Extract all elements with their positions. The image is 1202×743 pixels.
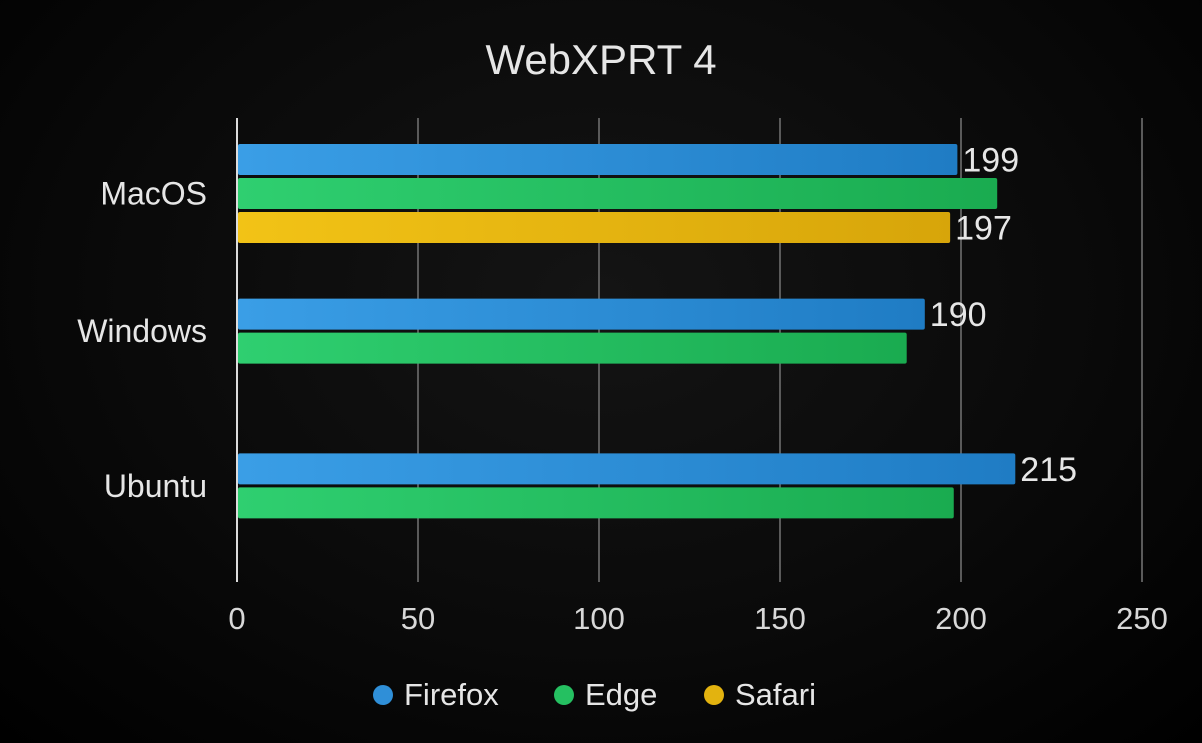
x-tick-label: 50 (401, 601, 435, 636)
x-tick-label: 200 (935, 601, 987, 636)
legend-label-edge: Edge (585, 677, 657, 712)
x-tick-labels: 0 50 100 150 200 250 (228, 601, 1167, 636)
x-tick-label: 250 (1116, 601, 1168, 636)
data-label-ubuntu-firefox: 215 (1020, 451, 1077, 489)
legend-swatch-firefox (373, 685, 393, 705)
bar-macos-edge (238, 178, 998, 209)
bar-windows-edge (238, 332, 907, 364)
bar-ubuntu-edge (238, 487, 954, 519)
legend-swatch-edge (554, 685, 574, 705)
webxprt-chart: WebXPRT 4 199 197 190 215 MacOS Windows Ubunt… (77, 36, 1168, 712)
data-label-macos-firefox: 199 (962, 142, 1019, 180)
bar-macos-safari (238, 212, 951, 243)
category-label-ubuntu: Ubuntu (104, 468, 207, 504)
legend-swatch-safari (704, 685, 724, 705)
x-tick-label: 100 (573, 601, 625, 636)
bar-ubuntu-firefox (238, 453, 1016, 485)
x-tick-label: 0 (228, 601, 245, 636)
x-tick-label: 150 (754, 601, 806, 636)
legend: Firefox Edge Safari (373, 677, 816, 712)
bar-windows-firefox (238, 298, 925, 330)
category-label-macos: MacOS (100, 176, 207, 212)
data-label-macos-safari: 197 (955, 210, 1012, 248)
category-labels: MacOS Windows Ubuntu (77, 176, 207, 504)
data-label-windows-firefox: 190 (930, 296, 987, 334)
category-label-windows: Windows (77, 313, 207, 349)
legend-label-safari: Safari (735, 677, 816, 712)
bars (238, 144, 1016, 519)
legend-label-firefox: Firefox (404, 677, 499, 712)
chart-title: WebXPRT 4 (485, 36, 716, 83)
bar-macos-firefox (238, 144, 958, 175)
